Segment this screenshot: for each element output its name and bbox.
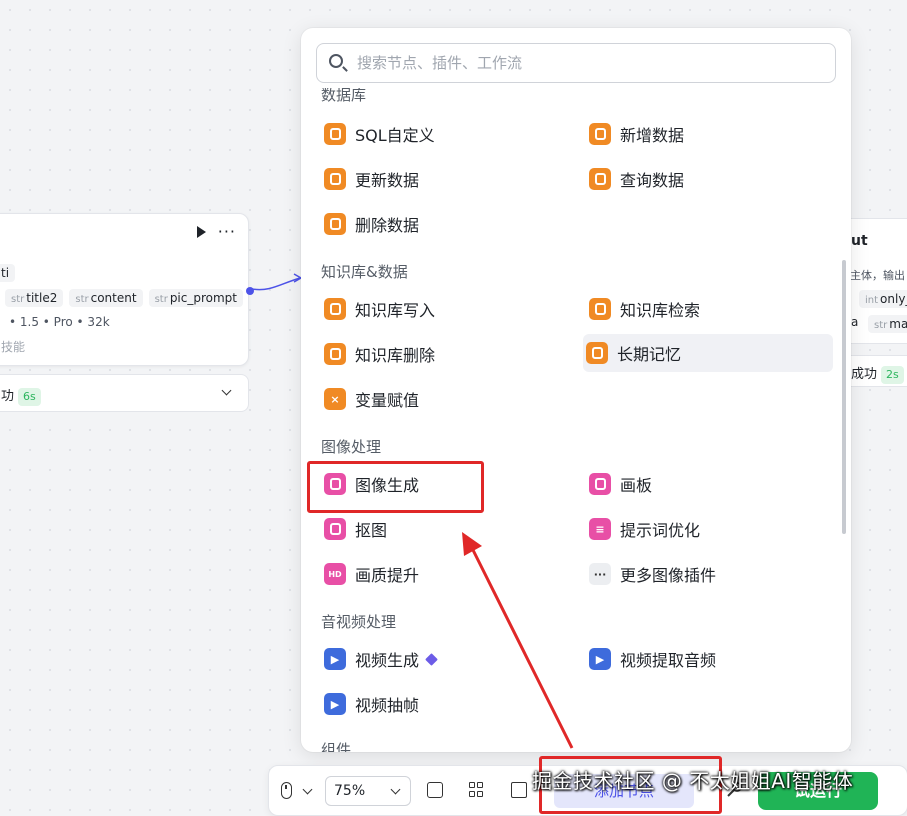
note-icon[interactable] (511, 782, 527, 798)
comment-icon[interactable] (427, 782, 443, 798)
annotation-arrow (462, 532, 574, 749)
zoom-select[interactable]: 75% (325, 776, 411, 806)
layout-icon[interactable] (469, 782, 485, 798)
watermark: 掘金技术社区 @ 不太姐姐AI智能体 (532, 769, 854, 793)
chevron-down-icon (390, 784, 401, 795)
mouse-icon[interactable] (281, 782, 292, 799)
zoom-value: 75% (334, 783, 366, 799)
chevron-down-icon[interactable] (302, 784, 313, 795)
